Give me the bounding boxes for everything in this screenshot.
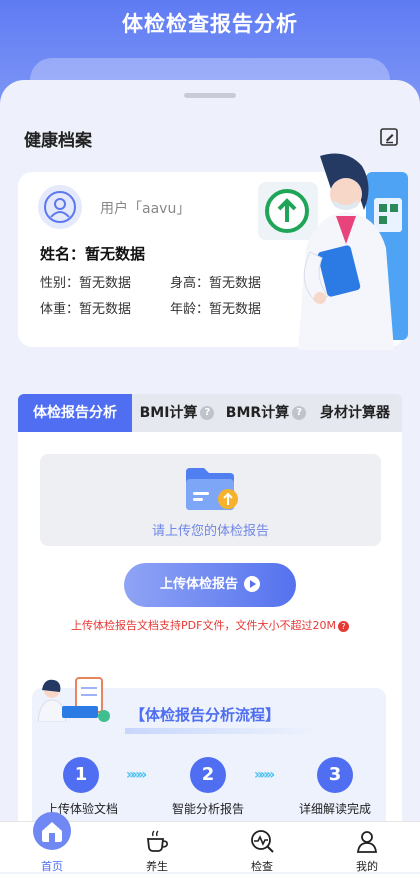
help-icon[interactable]: ? xyxy=(200,406,215,420)
user-icon[interactable] xyxy=(354,828,380,854)
upload-hint: 请上传您的体检报告 xyxy=(151,524,269,539)
profile-gender: 性别：暂无数据 xyxy=(40,276,132,291)
profile-age: 年龄：暂无数据 xyxy=(170,302,262,317)
tab-report-analysis[interactable]: 体检报告分析 xyxy=(18,394,132,432)
flow-title: 【体检报告分析流程】 xyxy=(130,706,281,724)
profile-weight: 体重：暂无数据 xyxy=(40,302,132,317)
folder-upload-icon xyxy=(184,466,240,512)
arrow-icon: »»» xyxy=(254,767,275,783)
step-2-label: 智能分析报告 xyxy=(171,802,244,816)
username: 用户「aavu」 xyxy=(100,201,191,217)
health-check-icon[interactable] xyxy=(249,828,275,854)
tea-cup-icon[interactable] xyxy=(144,828,170,854)
profile-name: 姓名：暂无数据 xyxy=(40,245,146,263)
nav-home[interactable] xyxy=(33,812,71,850)
page-title: 体检检查报告分析 xyxy=(122,12,298,36)
tab-label: BMI计算 xyxy=(139,405,198,421)
nav-wellness-label[interactable]: 养生 xyxy=(127,858,187,874)
edit-icon[interactable] xyxy=(378,126,400,148)
drag-handle[interactable] xyxy=(184,93,236,98)
nav-home-label[interactable]: 首页 xyxy=(22,858,82,874)
nav-check-label[interactable]: 检查 xyxy=(232,858,292,874)
arrow-icon: »»» xyxy=(126,767,147,783)
user-avatar-icon xyxy=(44,191,76,223)
avatar xyxy=(38,185,82,229)
profile-height: 身高：暂无数据 xyxy=(170,276,262,291)
step-3-badge: 3 xyxy=(317,757,353,793)
step-3-label: 详细解读完成 xyxy=(298,802,371,816)
doctor-clipboard-illustration xyxy=(32,676,112,723)
home-icon xyxy=(42,822,62,842)
help-icon[interactable]: ? xyxy=(292,406,307,420)
doctor-illustration xyxy=(258,152,408,350)
upload-button-label: 上传体检报告 xyxy=(159,577,238,592)
tab-label: 身材计算器 xyxy=(320,405,390,421)
info-icon[interactable]: ? xyxy=(337,620,349,632)
play-icon xyxy=(244,575,260,592)
upload-note: 上传体检报告文档支持PDF文件，文件大小不超过20M? xyxy=(0,617,420,633)
health-profile-title: 健康档案 xyxy=(24,131,92,151)
nav-mine-label[interactable]: 我的 xyxy=(337,858,397,874)
tab-bmi[interactable]: BMI计算? xyxy=(134,394,220,432)
flow-title-underline xyxy=(125,728,315,734)
step-1-badge: 1 xyxy=(63,757,99,793)
tab-label: BMR计算 xyxy=(225,405,290,421)
tab-bmr[interactable]: BMR计算? xyxy=(222,394,310,432)
tab-label: 体检报告分析 xyxy=(33,405,117,421)
upload-report-button[interactable]: 上传体检报告 xyxy=(124,563,296,607)
step-2-badge: 2 xyxy=(190,757,226,793)
upload-note-text: 上传体检报告文档支持PDF文件，文件大小不超过20M xyxy=(71,619,336,632)
tab-body-calculator[interactable]: 身材计算器 xyxy=(312,394,398,432)
